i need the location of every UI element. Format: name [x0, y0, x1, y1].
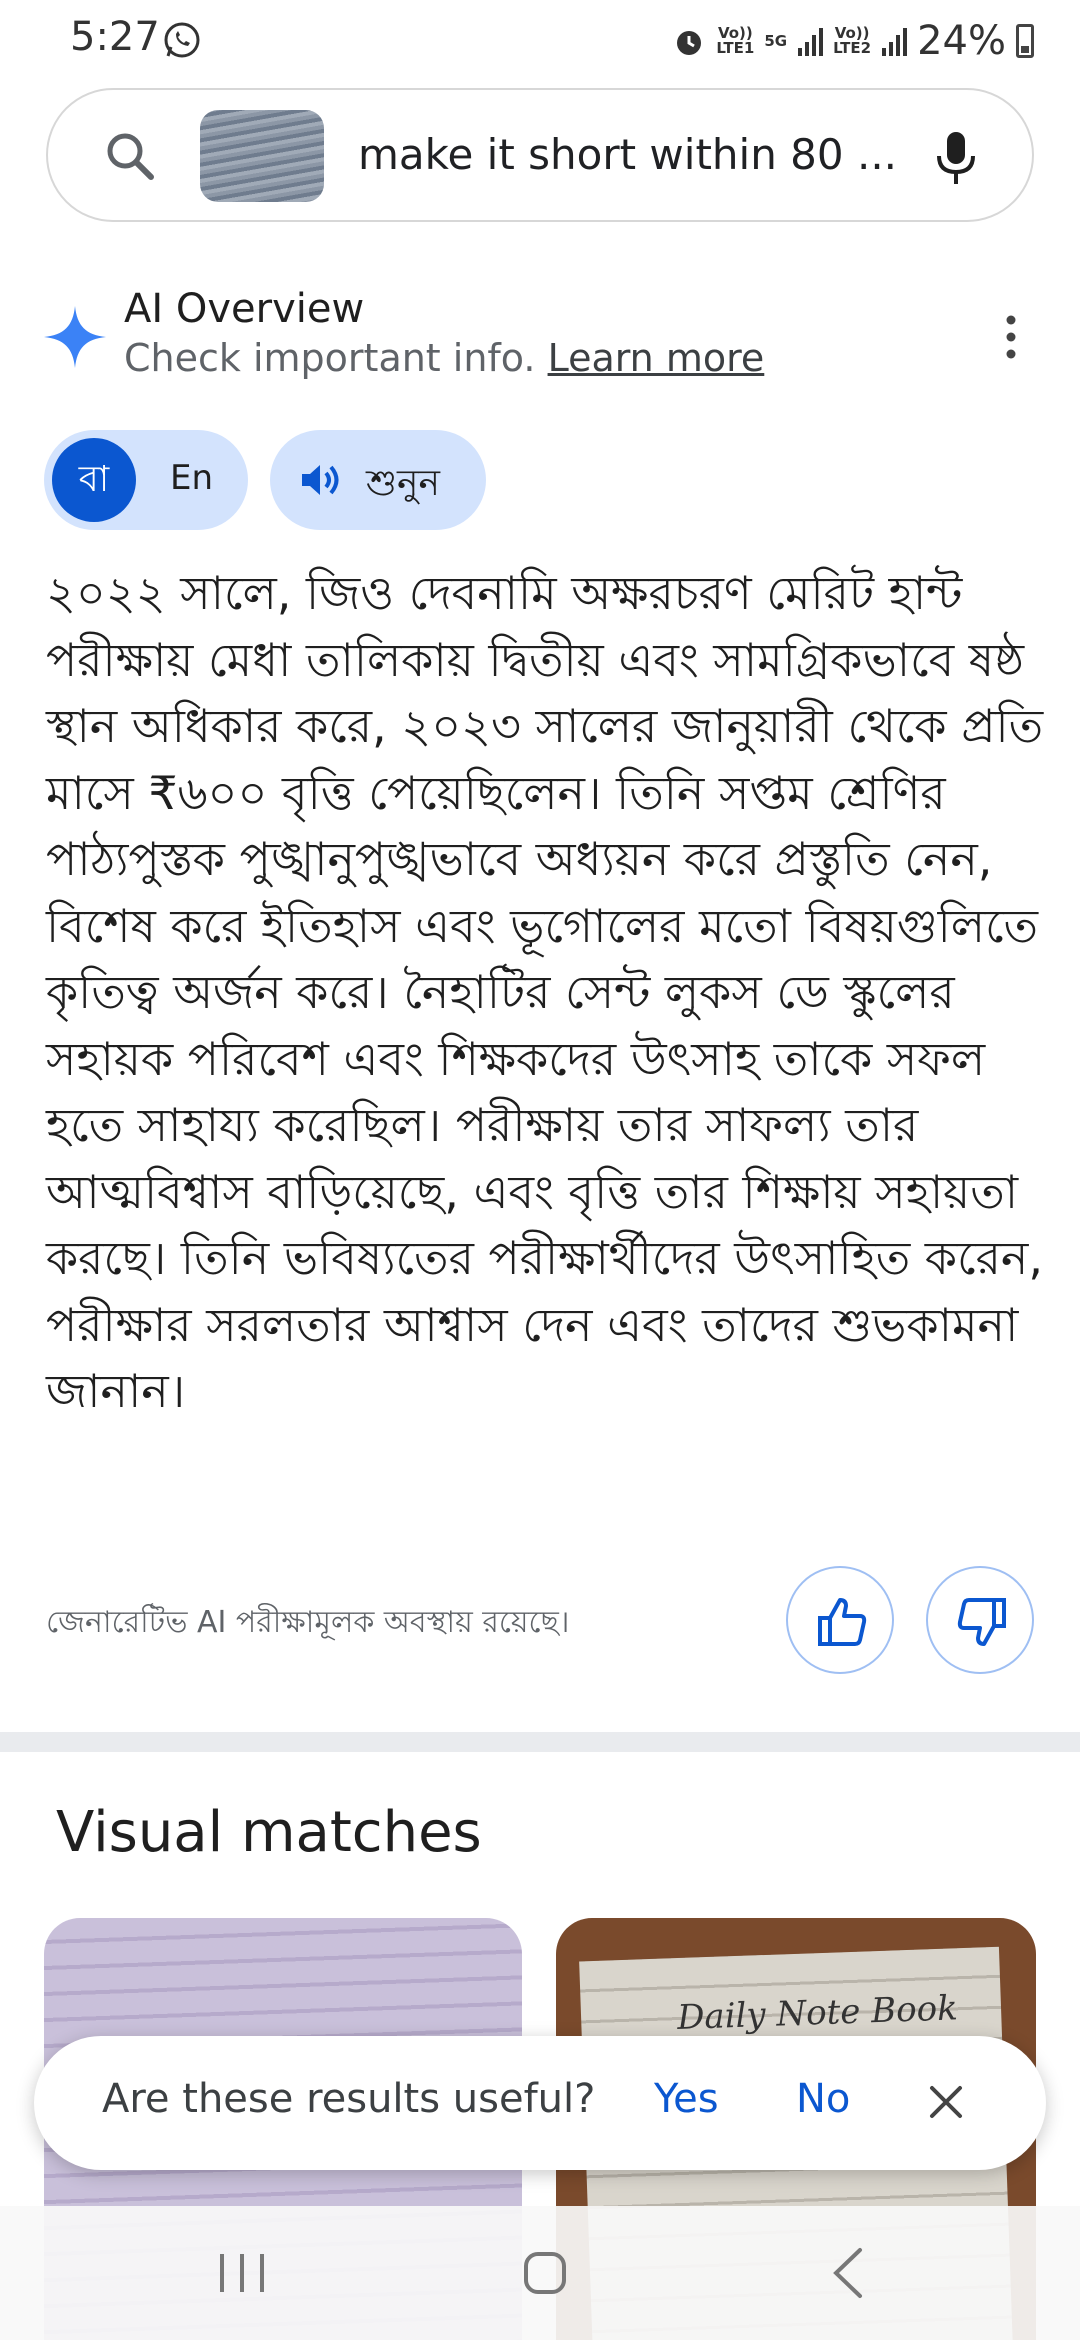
thumbs-up-icon: [818, 1598, 867, 1646]
search-bar[interactable]: make it short within 80 ...: [46, 88, 1034, 222]
section-divider: [0, 1732, 1080, 1752]
visual-matches-title: Visual matches: [56, 1800, 482, 1865]
ai-overview-subtitle: Check important info. Learn more: [124, 336, 765, 380]
status-time: 5:27: [70, 14, 160, 60]
language-english-button[interactable]: En: [170, 458, 213, 498]
home-icon[interactable]: [522, 2250, 568, 2296]
signal-icon: [798, 28, 824, 56]
recents-icon[interactable]: [214, 2250, 270, 2296]
listen-button[interactable]: শুনুন: [270, 430, 486, 530]
battery-percent: 24%: [917, 18, 1006, 64]
listen-label: শুনুন: [366, 463, 440, 504]
sim2-label: Vo)) LTE2: [833, 24, 872, 57]
mic-icon[interactable]: [928, 128, 984, 188]
ai-disclaimer: জেনারেটিভ AI পরীক্ষামূলক অবস্থায় রয়েছে…: [46, 1605, 570, 1640]
navigation-bar: [0, 2206, 1080, 2340]
thumbs-down-icon: [957, 1598, 1006, 1646]
language-bengali-button[interactable]: বা: [52, 438, 136, 522]
learn-more-link[interactable]: Learn more: [548, 336, 765, 380]
alarm-icon: [677, 31, 702, 55]
feedback-yes-button[interactable]: Yes: [654, 2076, 719, 2122]
sim1-label: Vo)) LTE1: [716, 24, 755, 57]
feedback-toast: Are these results useful? Yes No: [34, 2036, 1046, 2170]
back-icon[interactable]: [828, 2246, 868, 2300]
network-label: 5G: [764, 31, 788, 50]
thumbs-down-button[interactable]: [926, 1566, 1034, 1674]
ai-overview-text: ২০২২ সালে, জিও দেবনামি অক্ষরচরণ মেরিট হা…: [46, 566, 1044, 1418]
language-toggle[interactable]: বা En: [44, 430, 248, 530]
search-image-thumbnail[interactable]: [200, 110, 324, 202]
search-query[interactable]: make it short within 80 ...: [358, 130, 897, 179]
ai-overview-title: AI Overview: [124, 286, 365, 332]
speaker-icon: [302, 465, 339, 495]
notebook-label: Daily Note Book: [676, 1988, 959, 2039]
feedback-no-button[interactable]: No: [796, 2076, 850, 2122]
ai-sparkle-icon: [44, 306, 106, 368]
status-indicators: Vo)) LTE1 5G Vo)) LTE2 24%: [672, 18, 1034, 64]
search-icon[interactable]: [102, 128, 158, 184]
signal-icon: [882, 28, 908, 56]
feedback-question: Are these results useful?: [102, 2076, 596, 2122]
more-options-icon[interactable]: [996, 312, 1026, 362]
thumbs-up-button[interactable]: [786, 1566, 894, 1674]
close-icon[interactable]: [926, 2082, 966, 2122]
status-bar: 5:27 Vo)) LTE1 5G Vo)) LTE2 24%: [0, 0, 1080, 84]
whatsapp-icon: [164, 22, 200, 58]
battery-icon: [1016, 24, 1034, 58]
